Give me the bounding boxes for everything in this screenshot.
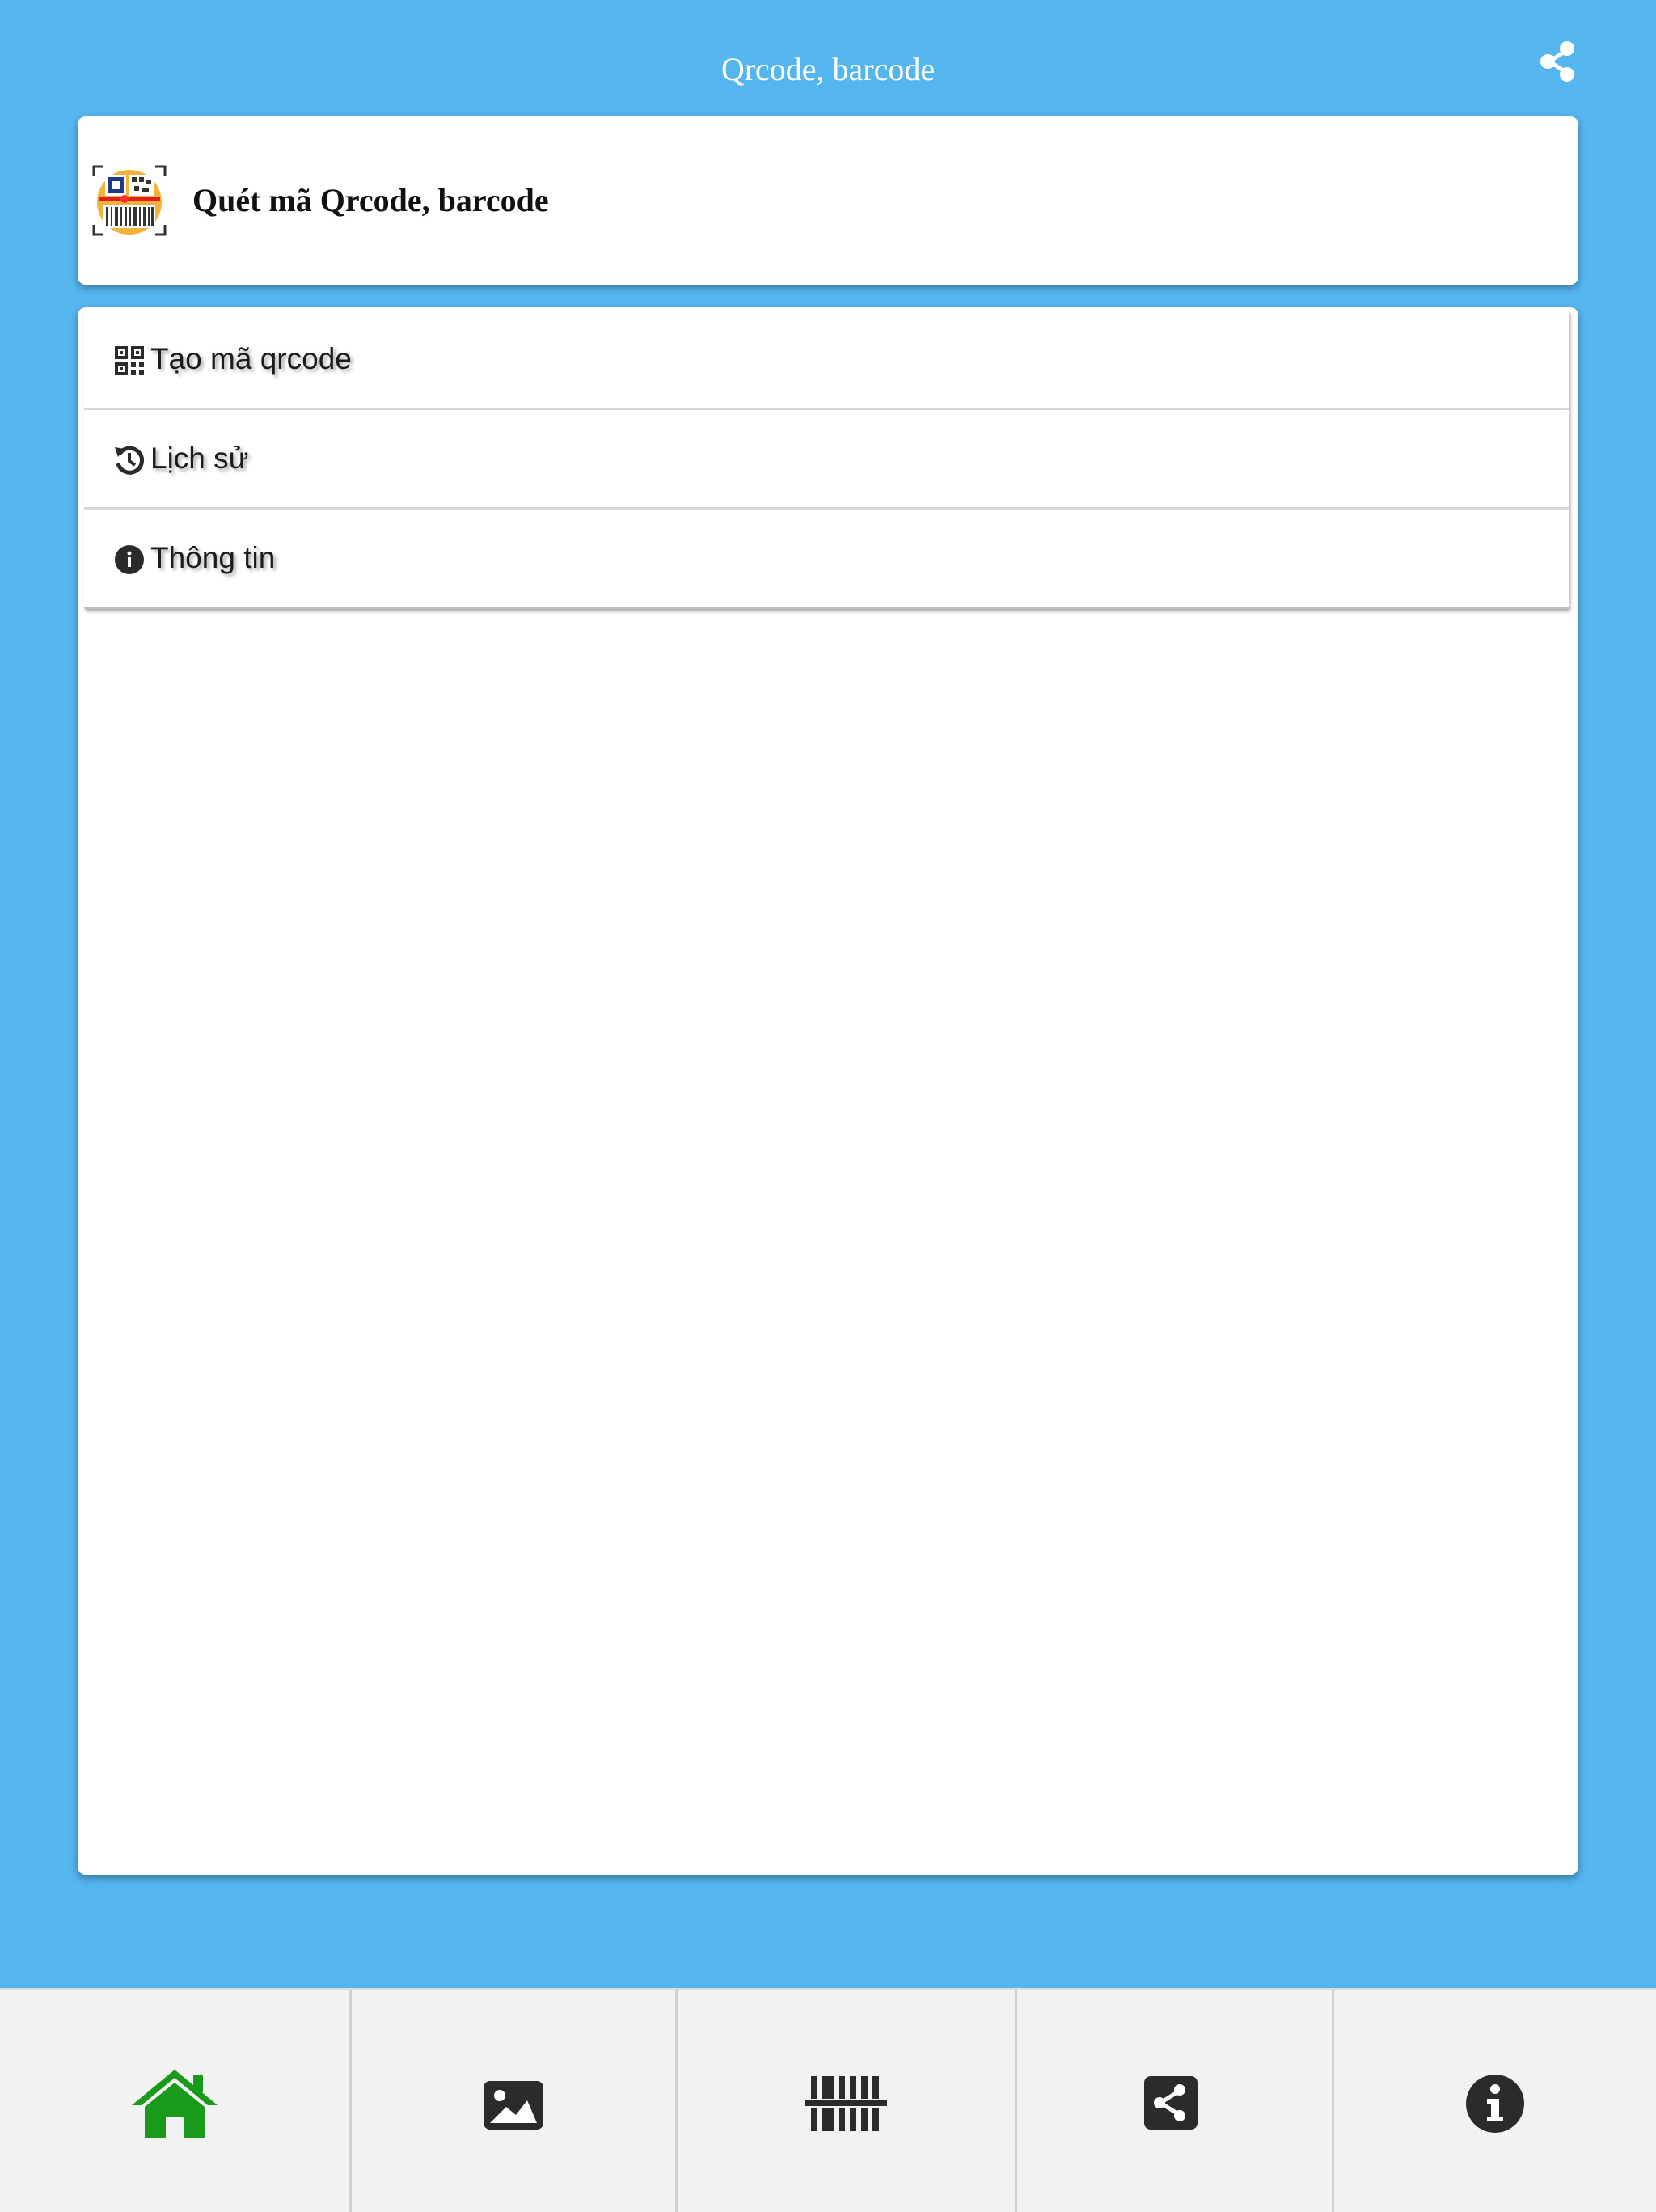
- menu-item-label: Tạo mã qrcode: [150, 342, 352, 375]
- barcode-scan-icon: [805, 2076, 887, 2131]
- main-content-card: Tạo mã qrcode Lịch sử Thông tin: [78, 307, 1578, 1875]
- menu-item-label: Thông tin: [150, 541, 276, 574]
- menu-item-create-qrcode[interactable]: Tạo mã qrcode: [84, 311, 1569, 410]
- share-icon: [1540, 41, 1574, 82]
- page-title: Qrcode, barcode: [720, 51, 936, 87]
- app-logo-icon: [92, 165, 167, 236]
- menu-list: Tạo mã qrcode Lịch sử Thông tin: [84, 311, 1569, 609]
- nav-home-button[interactable]: [0, 1990, 349, 2212]
- header: Qrcode, barcode: [0, 0, 1656, 121]
- menu-item-label: Lịch sử: [150, 442, 249, 475]
- bottom-nav: [0, 1988, 1656, 2212]
- app-title-card: Quét mã Qrcode, barcode: [78, 116, 1578, 285]
- menu-item-history[interactable]: Lịch sử: [84, 410, 1569, 510]
- qrcode-icon: [115, 346, 144, 375]
- nav-gallery-button[interactable]: [352, 1990, 675, 2212]
- app-name: Quét mã Qrcode, barcode: [192, 182, 549, 218]
- image-icon: [484, 2081, 543, 2130]
- info-icon: [115, 545, 144, 574]
- menu-item-info[interactable]: Thông tin: [84, 510, 1569, 609]
- history-icon: [115, 446, 145, 475]
- share-icon: [1144, 2076, 1198, 2130]
- nav-share-button[interactable]: [1017, 1990, 1332, 2212]
- home-icon: [132, 2070, 218, 2138]
- nav-info-button[interactable]: [1334, 1990, 1656, 2212]
- info-icon: [1466, 2075, 1524, 2133]
- share-button[interactable]: [1536, 39, 1582, 84]
- nav-scan-button[interactable]: [678, 1990, 1015, 2212]
